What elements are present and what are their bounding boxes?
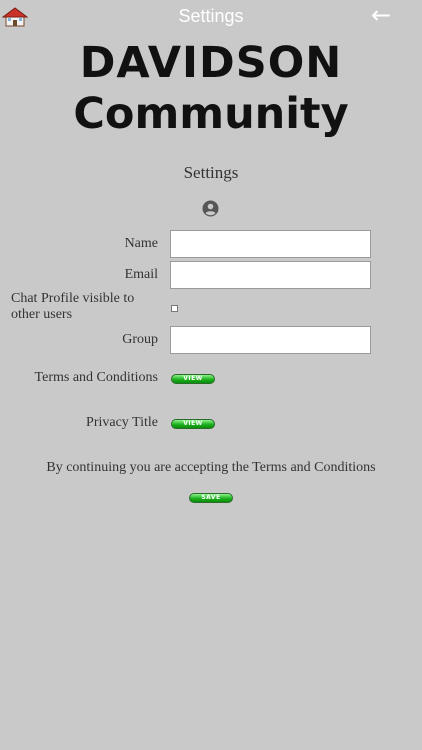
name-field[interactable] [170, 230, 371, 258]
settings-section-title: Settings [183, 163, 239, 182]
view-terms-button[interactable]: VIEW [171, 374, 215, 384]
logo-line-2: Community [73, 89, 349, 139]
chat-visible-checkbox[interactable] [171, 305, 178, 312]
terms-notice: By continuing you are accepting the Term… [46, 460, 376, 475]
group-label: Group [122, 332, 158, 347]
save-button[interactable]: SAVE [189, 493, 233, 503]
privacy-label: Privacy Title [86, 415, 158, 430]
user-circle-icon [202, 200, 219, 217]
group-field[interactable] [170, 326, 371, 354]
chat-visible-label: Chat Profile visible to other users [11, 291, 135, 322]
name-label: Name [124, 236, 158, 251]
arrow-left-icon[interactable]: ← [368, 2, 394, 28]
terms-label: Terms and Conditions [34, 370, 158, 385]
logo-line-1: DAVIDSON [79, 38, 343, 88]
email-label: Email [124, 267, 158, 282]
email-field[interactable] [170, 261, 371, 289]
page-header-title: Settings [178, 6, 244, 26]
view-privacy-button[interactable]: VIEW [171, 419, 215, 429]
community-logo: DAVIDSON Community [0, 38, 422, 140]
